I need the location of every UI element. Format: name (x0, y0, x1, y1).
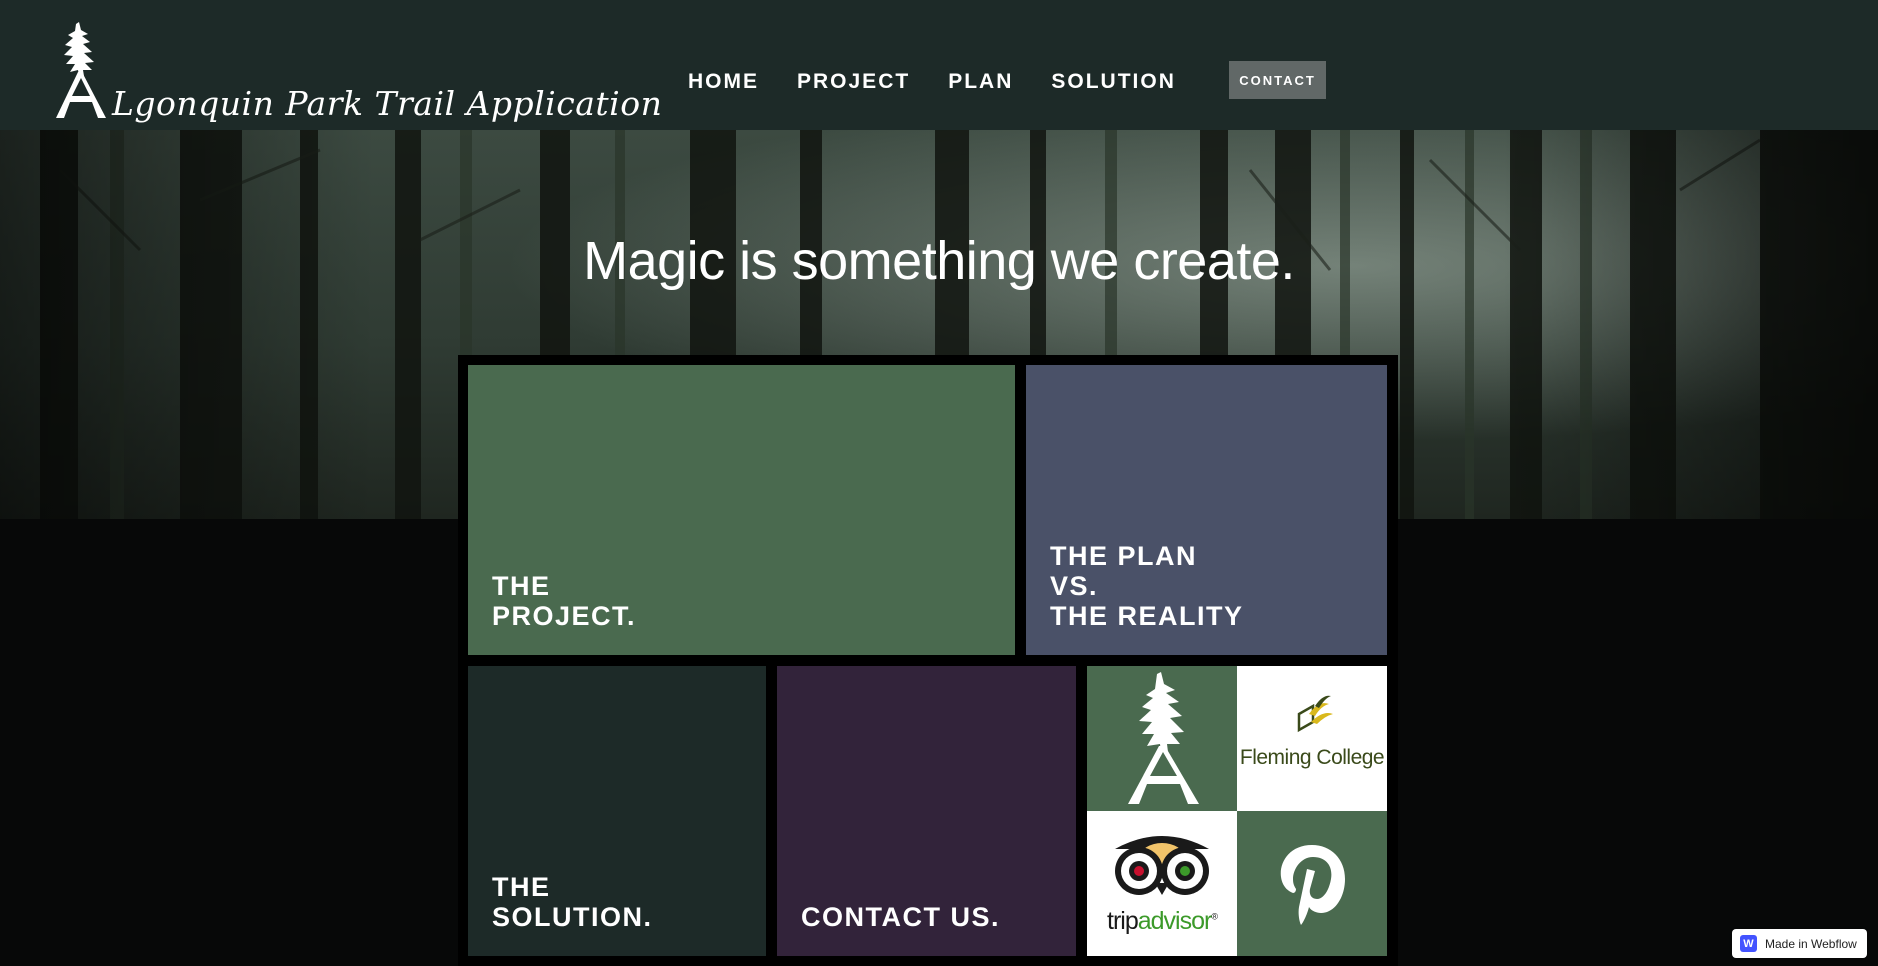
project-tile-line: THE (492, 571, 551, 601)
site-header: Lgonquin Park Trail Application HOME PRO… (0, 0, 1878, 130)
pinterest-logo-tile[interactable] (1237, 811, 1387, 956)
fleming-flame-icon (1297, 695, 1333, 733)
solution-tile-line: SOLUTION. (492, 902, 653, 932)
project-tile-label: THE PROJECT. (492, 571, 636, 631)
contact-tile-label: CONTACT US. (801, 902, 1000, 932)
tripadvisor-wordmark: tripadvisor® (1087, 907, 1237, 936)
tripadvisor-label-trip: trip (1107, 907, 1139, 935)
project-tile-line: PROJECT. (492, 601, 637, 631)
tripadvisor-label-advisor: advisor (1137, 907, 1213, 935)
logo-wordmark: Lgonquin Park Trail Application (112, 84, 663, 123)
pinterest-icon (1280, 845, 1345, 925)
tripadvisor-logo-tile[interactable]: tripadvisor® (1087, 811, 1237, 956)
plan-tile[interactable]: THE PLAN VS. THE REALITY (1026, 365, 1387, 655)
tripadvisor-registered-mark: ® (1211, 911, 1218, 922)
tile-grid: THE PROJECT. THE PLAN VS. THE REALITY TH… (458, 355, 1398, 966)
badge-label: Made in Webflow (1765, 936, 1857, 951)
contact-tile-line: CONTACT US. (801, 902, 1000, 932)
solution-tile-line: THE (492, 872, 551, 902)
site-logo[interactable]: Lgonquin Park Trail Application (48, 22, 662, 140)
solution-tile-label: THE SOLUTION. (492, 872, 653, 932)
hero-title: Magic is something we create. (583, 231, 1295, 291)
algonquin-logo-tile[interactable] (1087, 666, 1237, 811)
plan-tile-label: THE PLAN VS. THE REALITY (1050, 541, 1244, 631)
pine-tree-a-icon (56, 22, 106, 118)
webflow-icon: W (1740, 935, 1757, 952)
fleming-college-label: Fleming College (1239, 746, 1385, 769)
algonquin-tree-icon (1128, 672, 1199, 804)
nav-plan[interactable]: PLAN (948, 70, 1013, 94)
contact-tile[interactable]: CONTACT US. (777, 666, 1076, 956)
solution-tile[interactable]: THE SOLUTION. (468, 666, 766, 956)
plan-tile-line: VS. (1050, 571, 1099, 601)
nav-solution[interactable]: SOLUTION (1051, 70, 1176, 94)
main-nav: HOME PROJECT PLAN SOLUTION (688, 70, 1214, 94)
made-in-webflow-badge[interactable]: W Made in Webflow (1732, 929, 1867, 958)
nav-home[interactable]: HOME (688, 70, 759, 94)
contact-button[interactable]: CONTACT (1229, 61, 1326, 99)
plan-tile-line: THE REALITY (1050, 601, 1244, 631)
project-tile[interactable]: THE PROJECT. (468, 365, 1015, 655)
nav-project[interactable]: PROJECT (797, 70, 910, 94)
plan-tile-line: THE PLAN (1050, 541, 1197, 571)
fleming-college-logo-tile[interactable]: Fleming College (1237, 666, 1387, 811)
